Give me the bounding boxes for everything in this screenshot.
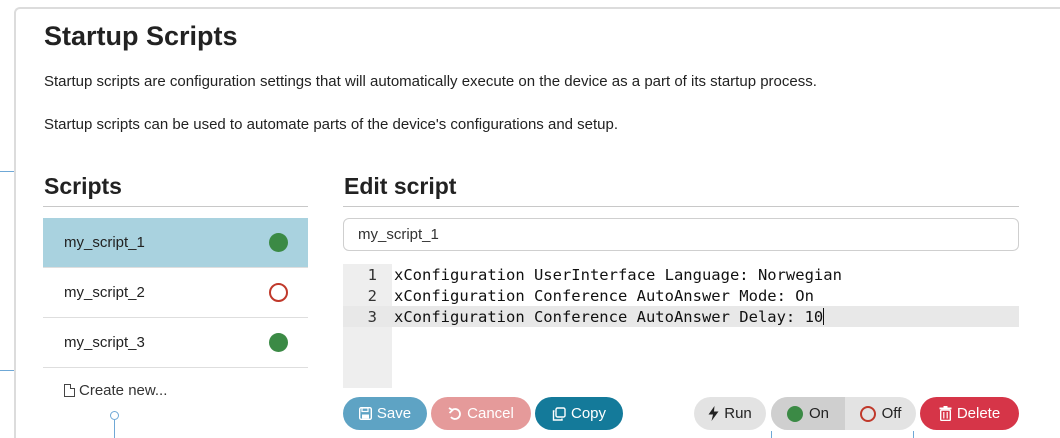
run-button[interactable]: Run bbox=[694, 397, 766, 430]
undo-icon bbox=[448, 406, 462, 420]
script-item[interactable]: my_script_2 bbox=[43, 268, 308, 318]
page-description: Startup scripts can be used to automate … bbox=[44, 116, 619, 133]
create-new-link[interactable]: Create new... bbox=[43, 368, 308, 412]
edit-script-heading: Edit script bbox=[344, 173, 457, 199]
script-name: my_script_1 bbox=[64, 234, 145, 251]
script-item[interactable]: my_script_1 bbox=[43, 218, 308, 268]
status-off-icon bbox=[859, 405, 876, 422]
cancel-label: Cancel bbox=[467, 405, 514, 422]
save-label: Save bbox=[376, 405, 412, 422]
lightning-icon bbox=[708, 406, 719, 421]
copy-label: Copy bbox=[570, 405, 607, 422]
page-description: Startup scripts are configuration settin… bbox=[44, 73, 817, 90]
copy-icon bbox=[552, 406, 566, 421]
text-cursor bbox=[823, 308, 825, 325]
code-line: 1 xConfiguration UserInterface Language:… bbox=[343, 264, 1019, 285]
code-line: 2 xConfiguration Conference AutoAnswer M… bbox=[343, 285, 1019, 306]
delete-label: Delete bbox=[956, 405, 1001, 422]
divider bbox=[343, 206, 1019, 207]
toggle-on-button[interactable]: On bbox=[771, 397, 845, 430]
line-number: 2 bbox=[367, 286, 377, 305]
create-new-label: Create new... bbox=[79, 381, 168, 399]
line-text: xConfiguration Conference AutoAnswer Mod… bbox=[394, 286, 814, 305]
script-list: my_script_1 my_script_2 my_script_3 Crea… bbox=[43, 218, 308, 412]
script-name: my_script_2 bbox=[64, 284, 145, 301]
delete-button[interactable]: Delete bbox=[920, 397, 1019, 430]
line-number: 3 bbox=[367, 307, 377, 326]
status-on-icon bbox=[269, 333, 288, 352]
callout-line bbox=[771, 431, 772, 438]
status-on-icon bbox=[269, 233, 288, 252]
status-on-icon bbox=[786, 405, 803, 422]
document-icon bbox=[64, 383, 75, 397]
line-number: 1 bbox=[367, 265, 377, 284]
callout-line bbox=[114, 420, 115, 438]
callout-pin bbox=[110, 411, 119, 420]
script-item[interactable]: my_script_3 bbox=[43, 318, 308, 368]
toggle-off-button[interactable]: Off bbox=[845, 397, 916, 430]
code-line-active: 3 xConfiguration Conference AutoAnswer D… bbox=[343, 306, 1019, 327]
script-name-input[interactable] bbox=[343, 218, 1019, 251]
save-button[interactable]: Save bbox=[343, 397, 427, 430]
page-title: Startup Scripts bbox=[44, 21, 238, 51]
divider bbox=[43, 206, 308, 207]
callout-line bbox=[913, 431, 914, 438]
floppy-disk-icon bbox=[358, 407, 372, 420]
callout-line bbox=[0, 171, 14, 172]
cancel-button[interactable]: Cancel bbox=[431, 397, 531, 430]
on-off-toggle: On Off bbox=[771, 397, 916, 430]
toggle-on-label: On bbox=[808, 405, 829, 422]
copy-button[interactable]: Copy bbox=[535, 397, 623, 430]
trash-icon bbox=[939, 406, 952, 421]
code-editor[interactable]: 1 xConfiguration UserInterface Language:… bbox=[343, 264, 1019, 388]
script-name: my_script_3 bbox=[64, 334, 145, 351]
status-off-icon bbox=[269, 283, 288, 302]
line-text: xConfiguration UserInterface Language: N… bbox=[394, 265, 842, 284]
toggle-off-label: Off bbox=[881, 405, 902, 422]
line-text: xConfiguration Conference AutoAnswer Del… bbox=[394, 307, 824, 326]
run-label: Run bbox=[724, 405, 752, 422]
callout-line bbox=[0, 370, 14, 371]
scripts-heading: Scripts bbox=[44, 173, 122, 199]
